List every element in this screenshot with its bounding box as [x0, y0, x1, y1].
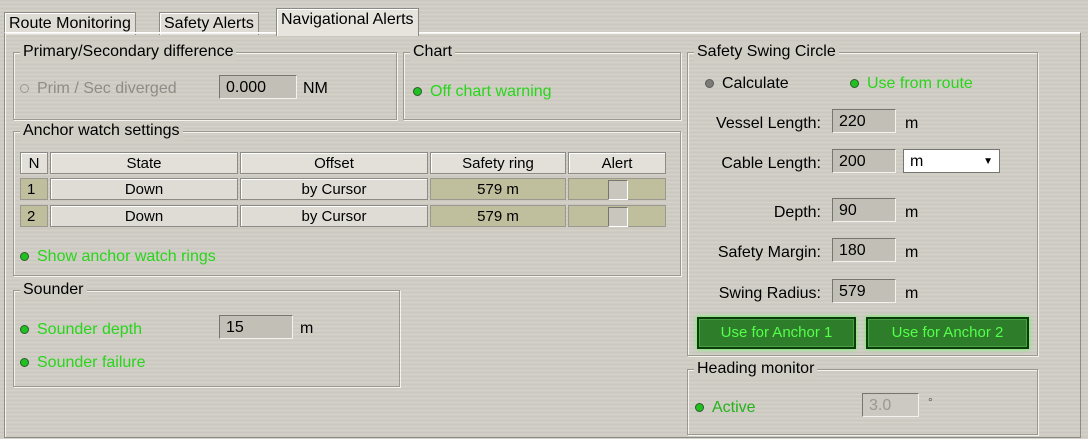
show-anchor-watch-rings-label: Show anchor watch rings	[37, 248, 216, 265]
vessel-length-field[interactable]: 220	[832, 109, 896, 133]
swing-radius-label: Swing Radius:	[718, 285, 821, 302]
sounder-depth-field[interactable]: 15	[219, 315, 293, 339]
heading-value-field[interactable]: 3.0	[862, 393, 919, 417]
radio-icon	[20, 358, 29, 368]
depth-unit: m	[905, 204, 919, 221]
sounder-legend: Sounder	[20, 280, 87, 300]
radio-icon	[20, 84, 29, 94]
sounder-failure-label: Sounder failure	[37, 354, 146, 371]
table-row-2-state-button[interactable]: Down	[50, 205, 238, 227]
prim-sec-diverged-radio[interactable]: Prim / Sec diverged	[20, 77, 177, 101]
calculate-radio[interactable]: Calculate	[705, 72, 789, 96]
column-header-alert: Alert	[568, 152, 666, 174]
column-header-offset: Offset	[240, 152, 428, 174]
anchor-watch-legend: Anchor watch settings	[20, 121, 183, 141]
depth-field[interactable]: 90	[832, 198, 896, 222]
cable-length-field[interactable]: 200	[832, 149, 896, 173]
cable-length-label: Cable Length:	[721, 155, 821, 172]
calculate-label: Calculate	[722, 75, 789, 92]
swing-radius-unit: m	[905, 285, 919, 302]
radio-icon	[20, 325, 29, 335]
column-header-safety-ring: Safety ring	[430, 152, 566, 174]
table-row-2-alert-checkbox[interactable]	[608, 207, 628, 227]
table-row-2-n: 2	[20, 205, 48, 227]
sounder-depth-unit: m	[300, 320, 314, 337]
swing-radius-field: 579	[832, 279, 896, 303]
prim-sec-unit: NM	[303, 80, 328, 97]
table-row-2-safety-ring: 579 m	[430, 205, 566, 227]
tab-navigational-alerts[interactable]: Navigational Alerts	[276, 8, 419, 36]
prim-sec-diverged-label: Prim / Sec diverged	[37, 80, 177, 97]
radio-icon	[20, 252, 29, 262]
safety-margin-field[interactable]: 180	[832, 238, 896, 262]
use-for-anchor-2-button[interactable]: Use for Anchor 2	[866, 317, 1029, 349]
chevron-down-icon: ▼	[983, 156, 993, 167]
vessel-length-unit: m	[905, 115, 919, 132]
sounder-depth-radio[interactable]: Sounder depth	[20, 318, 142, 342]
table-row-1-offset-button[interactable]: by Cursor	[240, 178, 428, 200]
radio-icon	[413, 87, 422, 97]
vessel-length-label: Vessel Length:	[716, 115, 821, 132]
heading-active-radio[interactable]: Active	[695, 396, 756, 420]
cable-length-unit-value: m	[910, 153, 924, 170]
table-row-1-alert-checkbox[interactable]	[608, 180, 628, 200]
radio-icon	[850, 79, 859, 89]
table-row-1-safety-ring: 579 m	[430, 178, 566, 200]
radio-icon	[705, 79, 714, 89]
table-row-1-n: 1	[20, 178, 48, 200]
radio-icon	[695, 403, 704, 413]
table-row-1-state-button[interactable]: Down	[50, 178, 238, 200]
prim-sec-value-field[interactable]: 0.000	[219, 75, 297, 99]
heading-degree-unit: °	[928, 395, 933, 409]
off-chart-warning-label: Off chart warning	[430, 83, 552, 100]
chart-legend: Chart	[410, 42, 456, 62]
safety-swing-circle-legend: Safety Swing Circle	[694, 42, 839, 62]
safety-margin-unit: m	[905, 244, 919, 261]
column-header-state: State	[50, 152, 238, 174]
heading-monitor-legend: Heading monitor	[694, 359, 818, 379]
primary-secondary-legend: Primary/Secondary difference	[20, 42, 237, 62]
use-from-route-radio[interactable]: Use from route	[850, 72, 973, 96]
sounder-depth-label: Sounder depth	[37, 321, 142, 338]
cable-length-unit-select[interactable]: m ▼	[903, 149, 1000, 173]
depth-label: Depth:	[773, 204, 821, 221]
show-anchor-watch-rings-radio[interactable]: Show anchor watch rings	[20, 245, 216, 269]
use-for-anchor-1-button[interactable]: Use for Anchor 1	[697, 317, 856, 349]
sounder-failure-radio[interactable]: Sounder failure	[20, 351, 146, 375]
column-header-n: N	[20, 152, 48, 174]
off-chart-warning-radio[interactable]: Off chart warning	[413, 80, 552, 104]
table-row-2-offset-button[interactable]: by Cursor	[240, 205, 428, 227]
use-from-route-label: Use from route	[867, 75, 973, 92]
heading-active-label: Active	[712, 399, 756, 416]
safety-margin-label: Safety Margin:	[717, 244, 821, 261]
